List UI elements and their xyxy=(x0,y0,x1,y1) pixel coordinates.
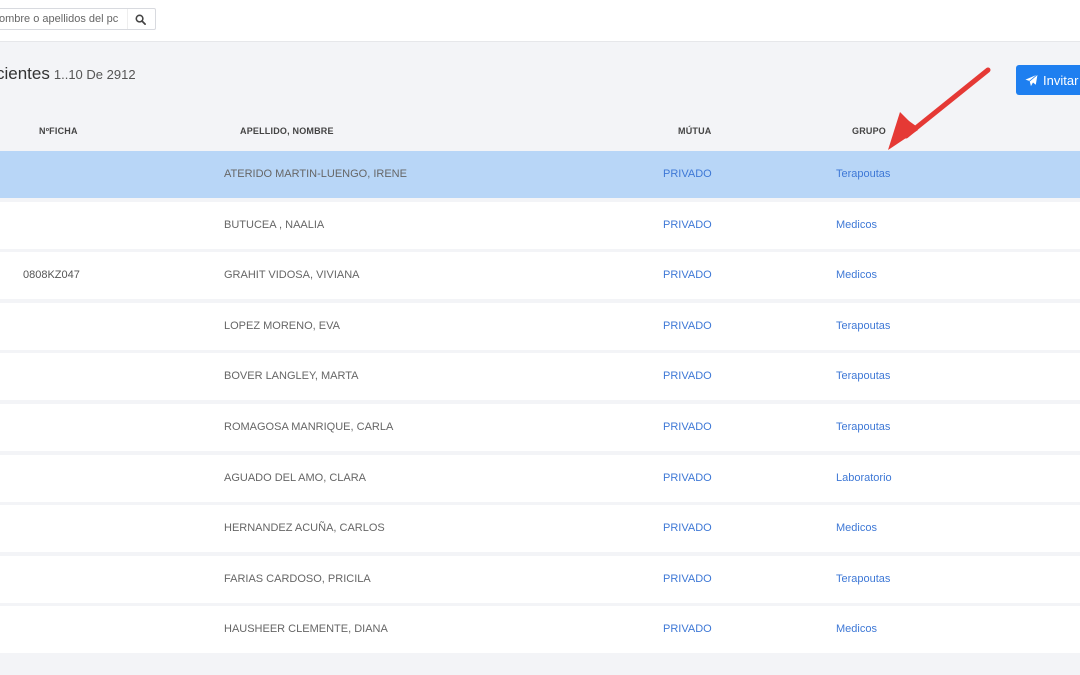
cell-mutua-link[interactable]: PRIVADO xyxy=(663,370,712,382)
search-input[interactable] xyxy=(0,9,127,29)
cell-mutua-link[interactable]: PRIVADO xyxy=(663,168,712,180)
cell-name: HERNANDEZ ACUÑA, CARLOS xyxy=(224,522,385,535)
cell-name: AGUADO DEL AMO, CLARA xyxy=(224,471,367,484)
cell-name: LOPEZ MORENO, EVA xyxy=(224,319,340,332)
search-box xyxy=(0,8,156,30)
invite-label: Invitar xyxy=(1043,72,1079,88)
cell-ficha: 0808KZ047 xyxy=(23,269,80,282)
invite-button[interactable]: Invitar xyxy=(1016,65,1080,95)
table-row[interactable]: BOVER LANGLEY, MARTA PRIVADO Terapoutas xyxy=(0,353,1080,401)
patients-table-body: ATERIDO MARTIN-LUENGO, IRENE PRIVADO Terap… xyxy=(0,151,1080,657)
table-row[interactable]: HAUSHEER CLEMENTE, DIANA PRIVADO Medicos xyxy=(0,606,1080,654)
cell-name: ROMAGOSA MANRIQUE, CARLA xyxy=(224,420,394,433)
cell-mutua-link[interactable]: PRIVADO xyxy=(663,219,712,231)
column-header-mutua[interactable]: MÚTUA xyxy=(678,126,712,136)
cell-mutua-link[interactable]: PRIVADO xyxy=(663,472,712,484)
cell-grupo-link[interactable]: Medicos xyxy=(836,269,877,281)
cell-name: HAUSHEER CLEMENTE, DIANA xyxy=(224,623,388,636)
cell-grupo-link[interactable]: Terapoutas xyxy=(836,421,890,433)
table-row[interactable]: AGUADO DEL AMO, CLARA PRIVADO Laboratorio xyxy=(0,454,1080,502)
red-arrow-annotation xyxy=(888,67,991,150)
cell-mutua-link[interactable]: PRIVADO xyxy=(663,623,712,635)
cell-name: ATERIDO MARTIN-LUENGO, IRENE xyxy=(224,168,407,180)
cell-grupo-link[interactable]: Terapoutas xyxy=(836,168,890,180)
column-header-ficha[interactable]: NºFICHA xyxy=(39,126,78,136)
table-row[interactable]: FARIAS CARDOSO, PRICILA PRIVADO Terapoutas xyxy=(0,555,1080,603)
cell-grupo-link[interactable]: Terapoutas xyxy=(836,370,890,382)
table-row[interactable]: ROMAGOSA MANRIQUE, CARLA PRIVADO Terapouta… xyxy=(0,403,1080,451)
cell-mutua-link[interactable]: PRIVADO xyxy=(663,269,712,281)
top-bar xyxy=(0,0,1080,42)
paper-plane-icon xyxy=(1025,73,1038,86)
cell-name: BUTUCEA , NAALIA xyxy=(224,218,325,231)
table-row[interactable]: HERNANDEZ ACUÑA, CARLOS PRIVADO Medicos xyxy=(0,505,1080,553)
cell-name: BOVER LANGLEY, MARTA xyxy=(224,370,359,383)
page-count: 1..10 De 2912 xyxy=(53,67,136,82)
cell-name: GRAHIT VIDOSA, VIVIANA xyxy=(224,269,360,282)
column-header-name[interactable]: APELLIDO, NOMBRE xyxy=(240,126,334,136)
cell-mutua-link[interactable]: PRIVADO xyxy=(663,573,712,585)
cell-mutua-link[interactable]: PRIVADO xyxy=(663,522,712,534)
cell-grupo-link[interactable]: Medicos xyxy=(836,623,877,635)
page-title: cientes xyxy=(0,64,50,83)
cell-grupo-link[interactable]: Terapoutas xyxy=(836,320,890,332)
cell-mutua-link[interactable]: PRIVADO xyxy=(663,320,712,332)
cell-grupo-link[interactable]: Medicos xyxy=(836,522,877,534)
search-icon[interactable] xyxy=(127,9,153,29)
table-row[interactable]: BUTUCEA , NAALIA PRIVADO Medicos xyxy=(0,201,1080,249)
cell-mutua-link[interactable]: PRIVADO xyxy=(663,421,712,433)
cell-grupo-link[interactable]: Medicos xyxy=(836,219,877,231)
table-row[interactable]: 0808KZ047 GRAHIT VIDOSA, VIVIANA PRIVADO Me… xyxy=(0,252,1080,300)
cell-grupo-link[interactable]: Terapoutas xyxy=(836,573,890,585)
table-row[interactable]: LOPEZ MORENO, EVA PRIVADO Terapoutas xyxy=(0,302,1080,350)
cell-name: FARIAS CARDOSO, PRICILA xyxy=(224,572,371,585)
page-heading: cientes 1..10 De 2912 xyxy=(0,64,136,88)
cell-grupo-link[interactable]: Laboratorio xyxy=(836,472,892,484)
